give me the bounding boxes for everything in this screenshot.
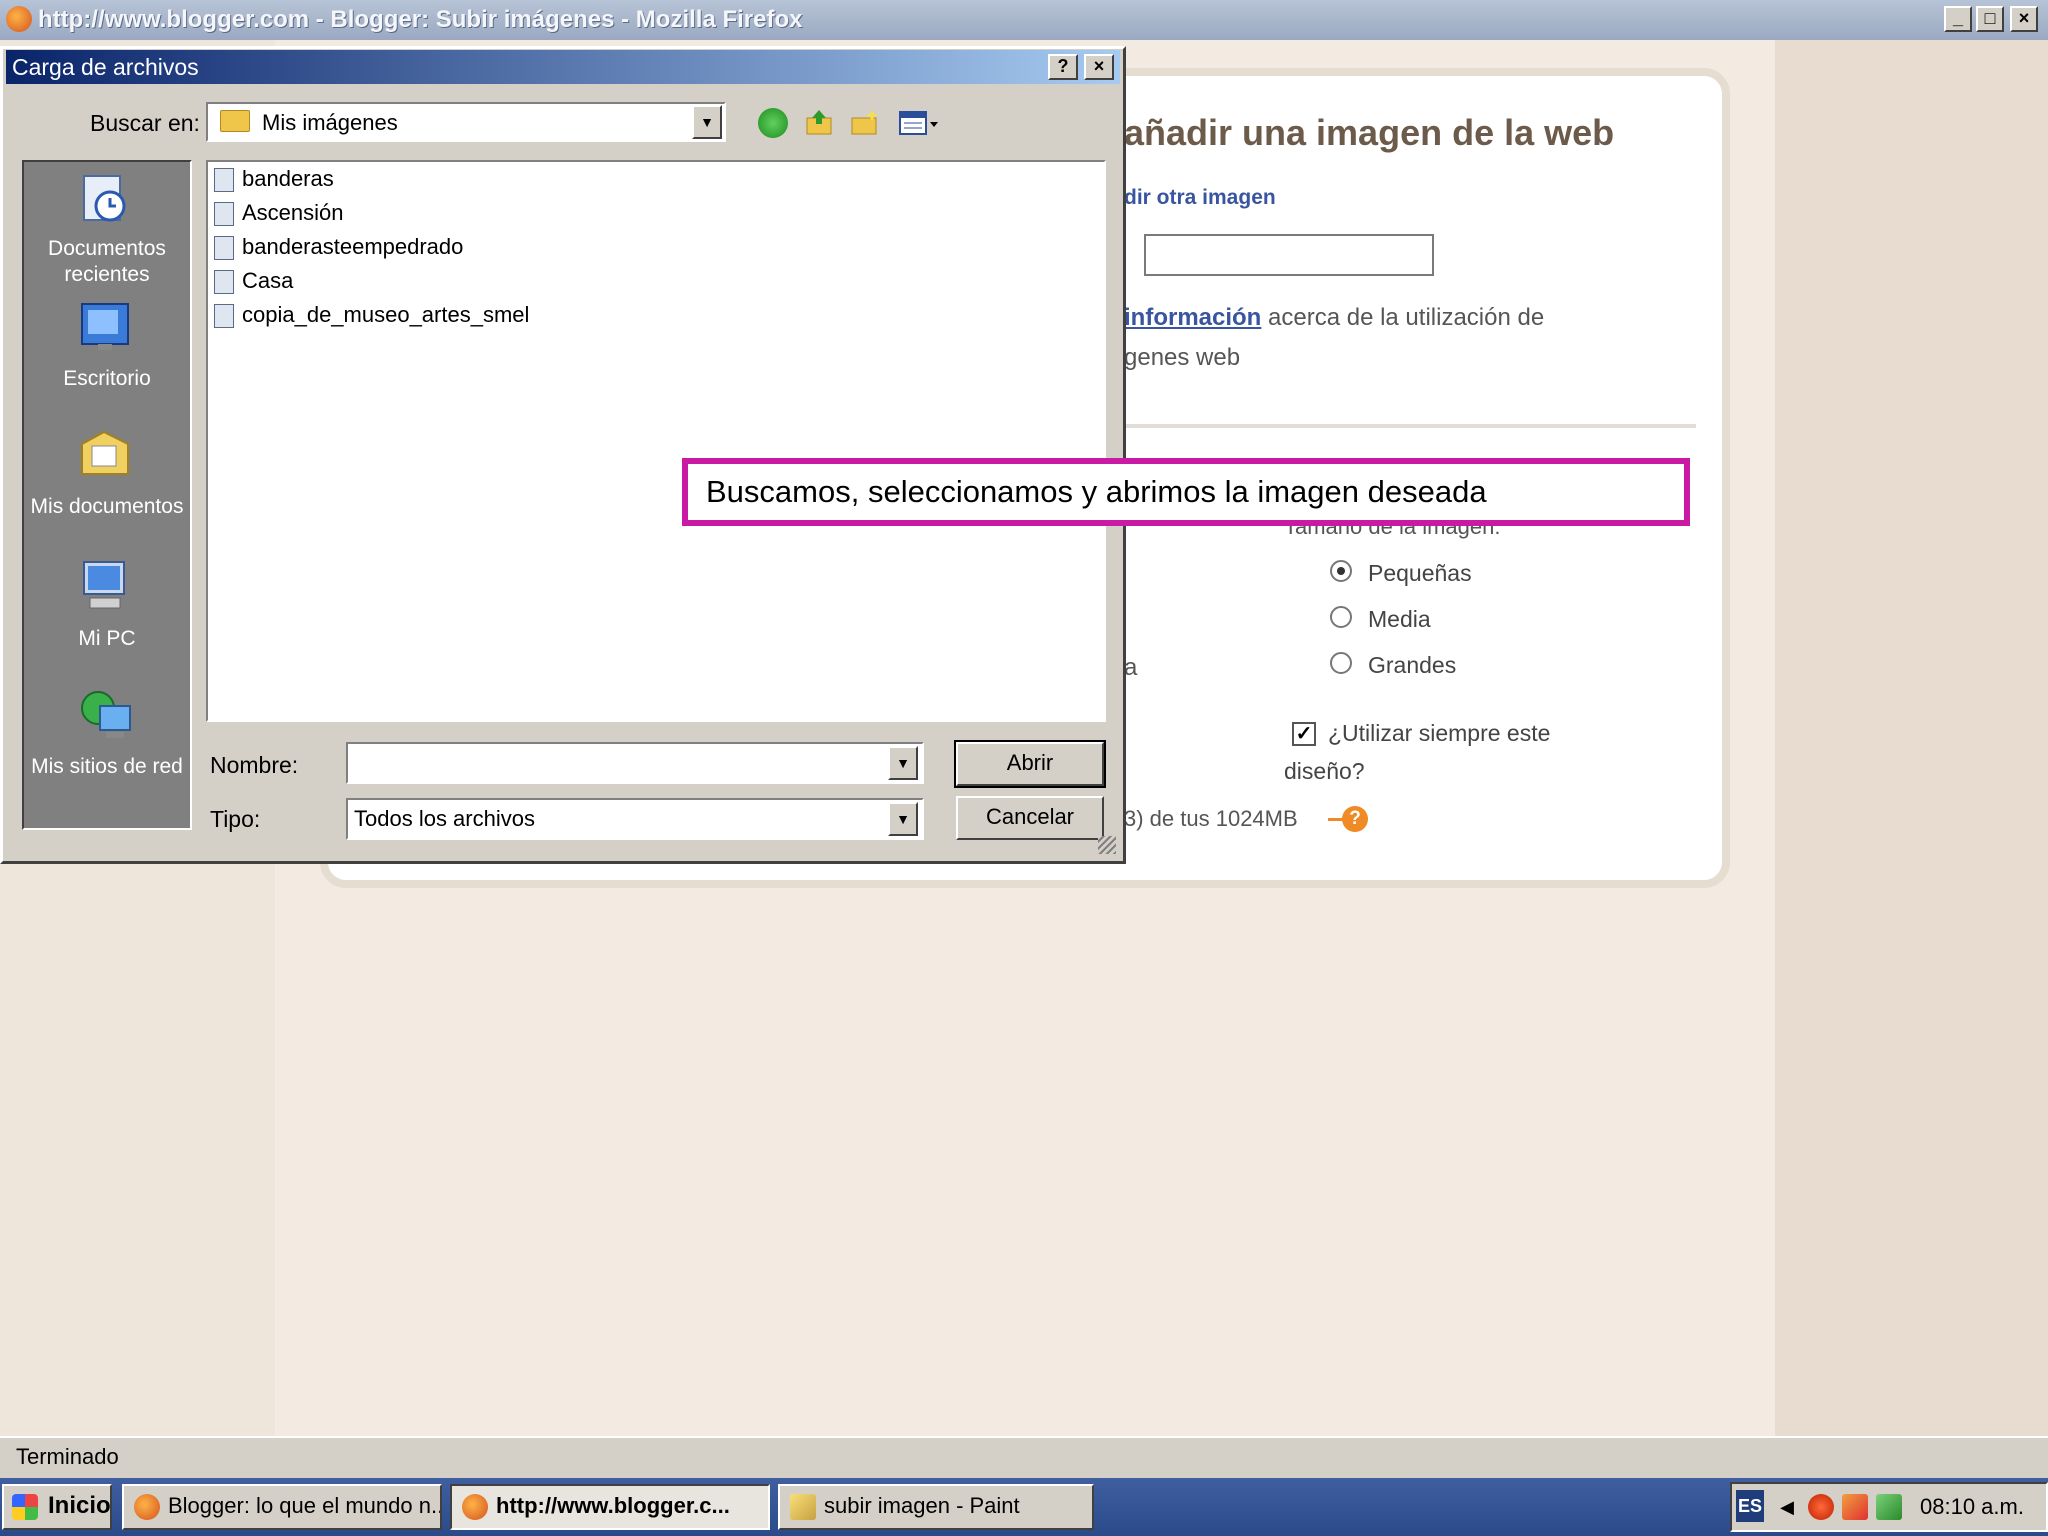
back-icon[interactable] xyxy=(758,108,788,138)
firefox-icon xyxy=(462,1494,488,1520)
size-radio-small[interactable] xyxy=(1330,560,1352,582)
chevron-down-icon[interactable]: ▼ xyxy=(888,746,918,780)
place-label-my-documents[interactable]: Mis documentos xyxy=(22,494,192,520)
size-radio-large[interactable] xyxy=(1330,652,1352,674)
file-icon xyxy=(214,236,234,261)
help-icon[interactable]: ? xyxy=(1342,806,1368,832)
add-web-image-heading: añadir una imagen de la web xyxy=(1124,112,1615,153)
start-label: Inicio xyxy=(48,1492,111,1519)
always-use-layout-label-2: diseño? xyxy=(1284,758,1365,784)
start-button[interactable]: Inicio xyxy=(2,1484,112,1530)
info-text: información acerca de la utilización de xyxy=(1124,304,1544,332)
firefox-icon xyxy=(134,1494,160,1520)
file-icon xyxy=(214,202,234,227)
size-label-medium: Media xyxy=(1368,606,1431,632)
paint-icon xyxy=(790,1494,816,1520)
look-in-label: Buscar en: xyxy=(90,110,200,136)
list-item[interactable]: Casa xyxy=(214,268,293,298)
list-item[interactable]: copia_de_museo_artes_smel xyxy=(214,302,529,332)
recent-documents-icon[interactable] xyxy=(76,170,134,228)
file-name-label: Nombre: xyxy=(210,752,299,778)
connection-icon[interactable] xyxy=(1876,1494,1902,1520)
maximize-button[interactable]: □ xyxy=(1976,6,2004,32)
add-other-image-link[interactable]: dir otra imagen xyxy=(1124,186,1276,210)
resize-grip-icon[interactable] xyxy=(1098,836,1116,854)
my-computer-icon[interactable] xyxy=(76,558,134,616)
minimize-button[interactable]: _ xyxy=(1944,6,1972,32)
more-info-link[interactable]: información xyxy=(1124,304,1261,331)
up-folder-icon[interactable] xyxy=(804,108,834,138)
taskbar-item-paint[interactable]: subir imagen - Paint xyxy=(778,1484,1094,1530)
info-text-rest: acerca de la utilización de xyxy=(1261,304,1545,331)
file-name-input[interactable] xyxy=(346,742,924,784)
taskbar-item-label: http://www.blogger.c... xyxy=(496,1493,730,1518)
firefox-icon xyxy=(6,6,32,32)
chevron-down-icon[interactable]: ▼ xyxy=(692,105,722,139)
file-name: Casa xyxy=(242,268,294,293)
status-text: Terminado xyxy=(16,1444,119,1469)
taskbar-item-blogger-upload[interactable]: http://www.blogger.c... xyxy=(450,1484,770,1530)
list-item[interactable]: banderasteempedrado xyxy=(214,234,463,264)
place-label-recent[interactable]: Documentos recientes xyxy=(22,236,192,288)
chevron-down-icon[interactable]: ▼ xyxy=(888,802,918,836)
file-name: Ascensión xyxy=(242,200,344,225)
dialog-close-button[interactable]: × xyxy=(1084,54,1114,80)
page-right-margin xyxy=(1775,40,2048,1436)
always-use-layout-label: ¿Utilizar siempre este xyxy=(1328,720,1551,746)
my-documents-icon[interactable] xyxy=(76,424,134,482)
taskbar-item-label: subir imagen - Paint xyxy=(824,1493,1020,1518)
open-button[interactable]: Abrir xyxy=(954,740,1106,788)
taskbar-clock: 08:10 a.m. xyxy=(1920,1494,2024,1519)
new-folder-icon[interactable] xyxy=(850,108,880,138)
info-text-line2: genes web xyxy=(1124,344,1241,371)
dialog-help-button[interactable]: ? xyxy=(1048,54,1078,80)
size-label-large: Grandes xyxy=(1368,652,1457,678)
file-name: copia_de_museo_artes_smel xyxy=(242,302,530,327)
look-in-value: Mis imágenes xyxy=(262,110,398,135)
close-window-button[interactable]: × xyxy=(2010,6,2038,32)
storage-quota-text: 3) de tus 1024MB xyxy=(1124,806,1298,831)
list-item[interactable]: banderas xyxy=(214,166,334,196)
network-alert-icon[interactable] xyxy=(1842,1494,1868,1520)
place-label-my-pc[interactable]: Mi PC xyxy=(22,626,192,652)
folder-icon xyxy=(220,110,250,132)
taskbar-item-label: Blogger: lo que el mundo n... xyxy=(168,1493,442,1518)
image-url-input[interactable] xyxy=(1144,234,1434,276)
file-name: banderas xyxy=(242,166,334,191)
network-places-icon[interactable] xyxy=(76,686,134,744)
file-type-label: Tipo: xyxy=(210,806,261,832)
size-label-small: Pequeñas xyxy=(1368,560,1472,586)
place-label-network[interactable]: Mis sitios de red xyxy=(22,754,192,780)
browser-status-bar xyxy=(0,1436,2048,1478)
place-label-desktop[interactable]: Escritorio xyxy=(22,366,192,392)
cancel-button[interactable]: Cancelar xyxy=(956,796,1104,840)
desktop-icon[interactable] xyxy=(76,298,134,356)
size-radio-medium[interactable] xyxy=(1330,606,1352,628)
browser-window-title: http://www.blogger.com - Blogger: Subir … xyxy=(38,6,803,33)
file-icon xyxy=(214,304,234,329)
view-menu-icon[interactable] xyxy=(898,108,942,138)
windows-logo-icon xyxy=(12,1494,38,1520)
partial-label: a xyxy=(1124,654,1138,681)
taskbar-item-blogger[interactable]: Blogger: lo que el mundo n... xyxy=(122,1484,442,1530)
dialog-title: Carga de archivos xyxy=(12,54,199,80)
list-item[interactable]: Ascensión xyxy=(214,200,344,230)
divider xyxy=(1124,424,1696,428)
language-indicator[interactable]: ES xyxy=(1736,1490,1764,1522)
file-icon xyxy=(214,168,234,193)
file-type-value: Todos los archivos xyxy=(354,806,535,831)
annotation-text: Buscamos, seleccionamos y abrimos la ima… xyxy=(706,474,1487,509)
always-use-layout-checkbox[interactable]: ✓ xyxy=(1292,722,1316,746)
file-name: banderasteempedrado xyxy=(242,234,464,259)
volume-icon[interactable]: ◀ xyxy=(1774,1494,1800,1520)
file-icon xyxy=(214,270,234,295)
security-alert-icon[interactable] xyxy=(1808,1494,1834,1520)
